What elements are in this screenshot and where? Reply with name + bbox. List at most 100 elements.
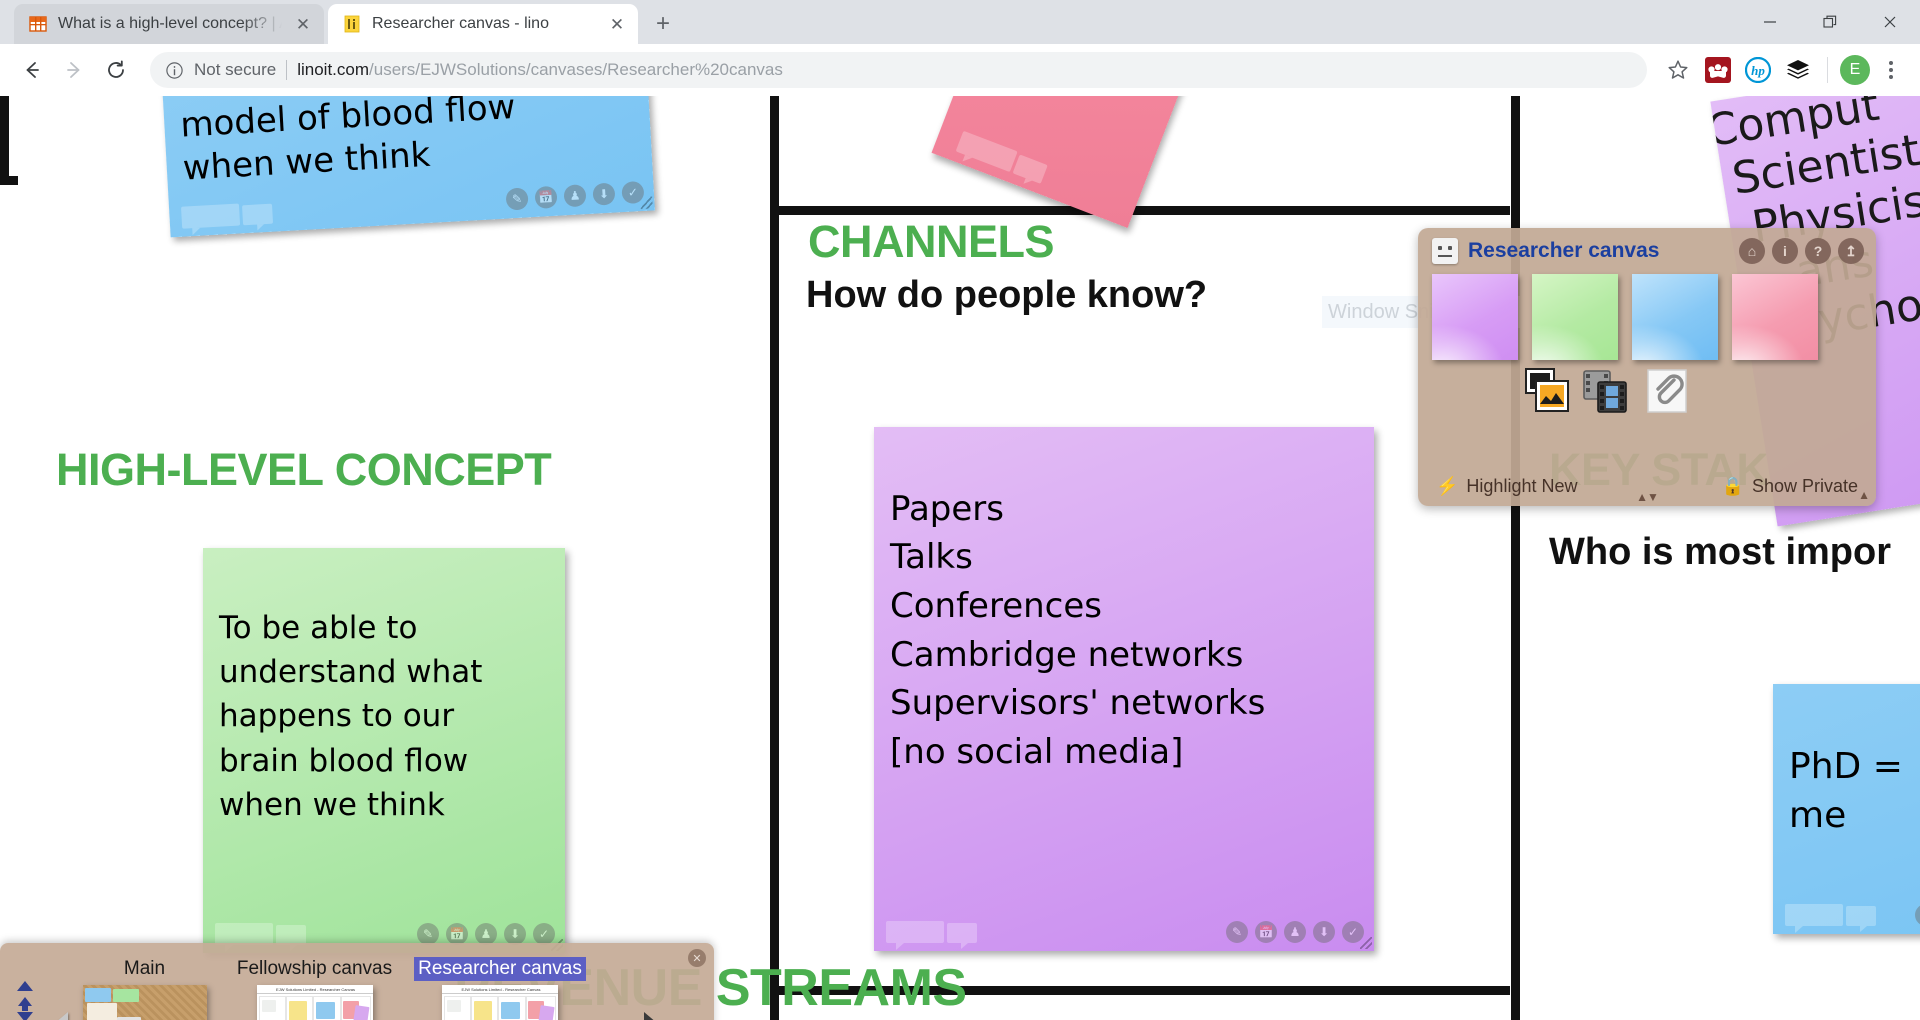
download-icon[interactable]: ⬇ <box>1313 921 1335 943</box>
divider-horizontal-mid <box>770 206 1510 215</box>
lino-tool-panel[interactable]: Researcher canvas ⌂ i ? ↥ ⚡ Highlight Ne… <box>1418 228 1876 506</box>
watermark-bubble-a <box>180 203 241 229</box>
note-purple-channels[interactable]: Papers Talks Conferences Cambridge netwo… <box>874 427 1374 951</box>
note-toolbar: ✎ 📅 ♟ ⬇ ✓ <box>1915 904 1920 926</box>
minimize-button[interactable] <box>1740 0 1800 44</box>
show-private-button[interactable]: 🔒 Show Private <box>1722 476 1858 497</box>
note-green-text: To be able to understand what happens to… <box>219 609 483 824</box>
highlight-new-button[interactable]: ⚡ Highlight New <box>1436 476 1577 497</box>
attachment-icon[interactable] <box>1642 366 1692 416</box>
security-status: Not secure <box>194 60 277 79</box>
thumb-note <box>112 989 139 1002</box>
forward-button[interactable] <box>56 52 92 88</box>
sticky-purple[interactable] <box>1432 274 1518 360</box>
canvas-thumb-main[interactable] <box>82 985 207 1020</box>
layers-extension-icon[interactable] <box>1781 53 1815 87</box>
lino-icon <box>342 14 362 34</box>
thumb-note <box>315 1002 335 1019</box>
help-icon[interactable]: ? <box>1805 238 1831 264</box>
upload-icon[interactable]: ↥ <box>1838 238 1864 264</box>
note-blue-stakeholder[interactable]: PhD = me ✎ 📅 ♟ ⬇ ✓ <box>1773 684 1920 934</box>
edit-icon[interactable]: ✎ <box>1226 921 1248 943</box>
arrow-down-icon[interactable] <box>17 1012 33 1020</box>
panel-collapse-corner-icon[interactable]: ▲ <box>1858 488 1870 502</box>
new-tab-button[interactable]: + <box>646 7 680 41</box>
sticky-blue[interactable] <box>1632 274 1718 360</box>
note-blue-top-text: model of blood flow when we think <box>179 96 517 189</box>
note-green-concept[interactable]: To be able to understand what happens to… <box>203 548 565 953</box>
close-icon[interactable]: ✕ <box>688 949 706 967</box>
note-blue-top[interactable]: model of blood flow when we think ✎ 📅 ♟ … <box>160 96 655 238</box>
home-icon[interactable] <box>18 997 32 1011</box>
close-button[interactable] <box>1860 0 1920 44</box>
restore-button[interactable] <box>1800 0 1860 44</box>
hp-extension-icon[interactable]: hp <box>1741 53 1775 87</box>
tab-close-1[interactable]: ✕ <box>606 13 628 35</box>
note-blue-stakeholder-text: PhD = me <box>1789 745 1903 837</box>
note-toolbar: ✎ 📅 ♟ ⬇ ✓ <box>505 180 645 211</box>
window-layout-icon <box>28 14 48 34</box>
address-bar[interactable]: Not secure linoit.com/users/EJWSolutions… <box>150 52 1647 88</box>
bookmark-star-icon[interactable] <box>1661 53 1695 87</box>
reload-button[interactable] <box>98 52 134 88</box>
lino-face-icon <box>1432 238 1458 264</box>
calendar-icon[interactable]: 📅 <box>534 185 558 209</box>
canvas-switcher[interactable]: ✕ Main Fellowship canvas EJW Solutions L… <box>0 943 714 1020</box>
user-icon[interactable]: ♟ <box>1284 921 1306 943</box>
tab-close-0[interactable]: ✕ <box>292 13 314 35</box>
canvas-label-researcher: Researcher canvas <box>414 957 586 981</box>
video-icon[interactable] <box>1582 366 1632 416</box>
note-resize-handle[interactable] <box>640 196 653 210</box>
user-icon[interactable]: ♟ <box>563 184 587 208</box>
arrow-left-icon[interactable] <box>42 1012 68 1020</box>
calendar-icon[interactable]: 📅 <box>446 923 468 945</box>
canvas-switcher-item-fellowship[interactable]: Fellowship canvas EJW Solutions Limited … <box>212 957 417 1020</box>
note-toolbar: ✎ 📅 ♟ ⬇ ✓ <box>1226 921 1364 943</box>
lino-watermark <box>955 130 1049 184</box>
sticky-green[interactable] <box>1532 274 1618 360</box>
kebab-menu-icon[interactable] <box>1876 53 1906 87</box>
thumb-note <box>501 1002 520 1019</box>
canvas-thumb-researcher[interactable]: EJW Solutions Limited - Researcher Canva… <box>442 985 558 1020</box>
lightning-icon: ⚡ <box>1436 475 1459 496</box>
user-icon[interactable]: ♟ <box>475 923 497 945</box>
tab-0[interactable]: What is a high-level concept? | As ✕ <box>14 4 324 44</box>
info-circle-icon[interactable] <box>164 60 184 80</box>
download-icon[interactable]: ⬇ <box>504 923 526 945</box>
section-subtitle-key-stakeholders: Who is most impor <box>1549 531 1891 573</box>
canvas-thumb-fellowship[interactable]: EJW Solutions Limited - Researcher Canva… <box>256 985 373 1020</box>
thumb-note <box>86 1003 117 1020</box>
thumb-header: EJW Solutions Limited - Researcher Canva… <box>442 985 558 994</box>
calendar-icon[interactable]: 📅 <box>1255 921 1277 943</box>
url-text: linoit.com/users/EJWSolutions/canvases/R… <box>297 60 783 80</box>
mendeley-extension-icon[interactable] <box>1701 53 1735 87</box>
arrow-up-icon[interactable] <box>17 981 33 991</box>
arrow-right-icon[interactable] <box>644 1012 670 1020</box>
image-icon[interactable] <box>1522 366 1572 416</box>
home-icon[interactable]: ⌂ <box>1739 238 1765 264</box>
thumb-note <box>352 1005 369 1020</box>
watermark-bubble-b <box>947 923 977 949</box>
tab-title-1: Researcher canvas - lino <box>372 15 549 32</box>
thumb-note <box>84 988 111 1002</box>
canvas-scroll-widget[interactable] <box>14 981 36 1020</box>
tab-1[interactable]: Researcher canvas - lino ✕ <box>328 4 638 44</box>
edit-icon[interactable]: ✎ <box>505 187 529 211</box>
canvas-switcher-item-researcher[interactable]: Researcher canvas EJW Solutions Limited … <box>400 957 600 1020</box>
back-button[interactable] <box>14 52 50 88</box>
download-icon[interactable]: ⬇ <box>592 182 616 206</box>
edit-icon[interactable]: ✎ <box>417 923 439 945</box>
lock-icon: 🔒 <box>1721 475 1744 496</box>
note-resize-handle[interactable] <box>1360 937 1372 949</box>
sticky-pink[interactable] <box>1732 274 1818 360</box>
profile-avatar[interactable]: E <box>1840 55 1870 85</box>
thumb-note <box>447 1000 461 1012</box>
thumb-grid <box>444 996 556 1020</box>
info-icon[interactable]: i <box>1772 238 1798 264</box>
canvas-switcher-item-main[interactable]: Main <box>62 957 227 1020</box>
lino-canvas[interactable]: HIGH-LEVEL CONCEPT CHANNELS How do peopl… <box>0 96 1920 1020</box>
edit-icon[interactable]: ✎ <box>1915 904 1920 926</box>
collapse-chevrons-icon[interactable]: ▲▼ <box>1636 490 1659 504</box>
watermark-bubble-b <box>242 203 274 226</box>
canvas-label-fellowship: Fellowship canvas <box>236 958 393 979</box>
